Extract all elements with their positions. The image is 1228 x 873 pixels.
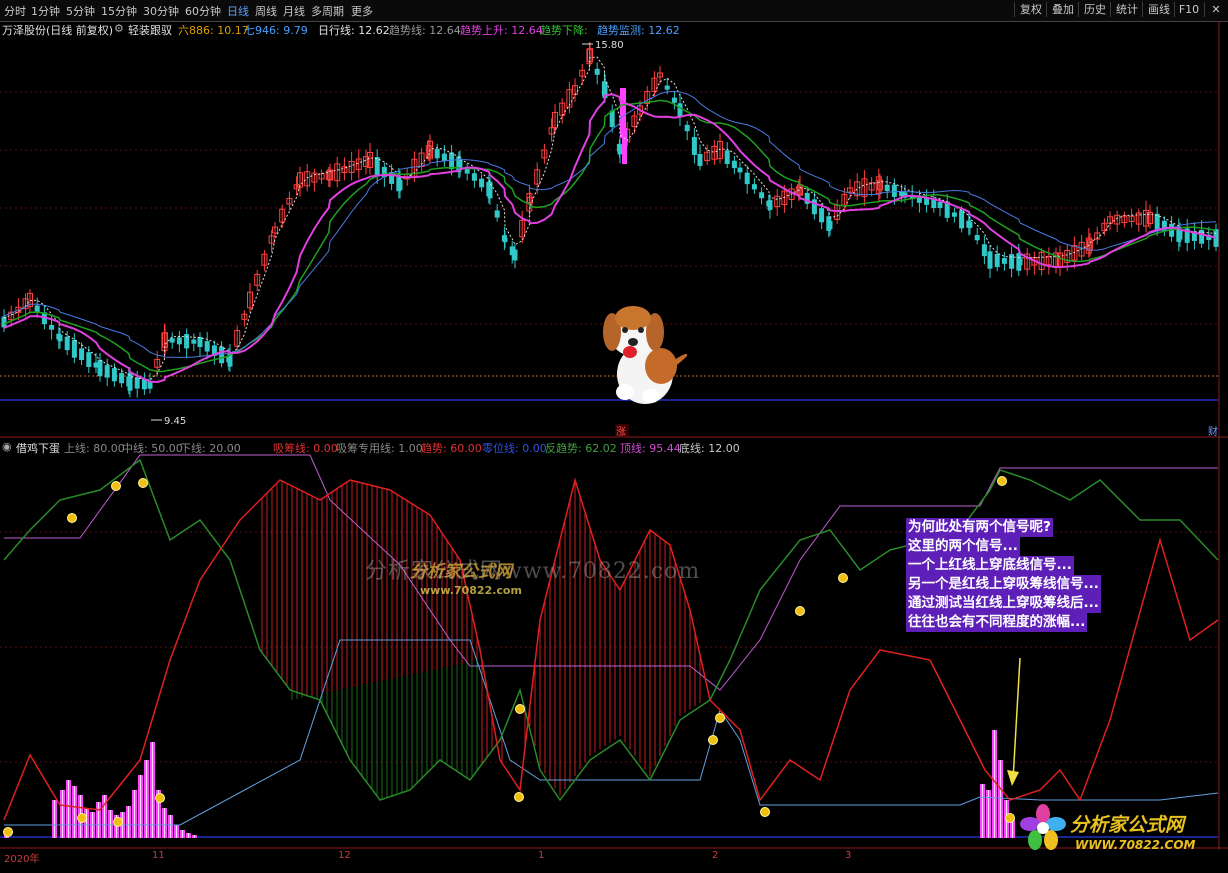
brand-logo: 分析家公式网 [1070,814,1185,836]
x-axis-label: 1 [538,850,545,861]
x-axis-label: 12 [338,850,351,861]
x-axis-label: 2020年 [4,854,40,865]
main-grid [0,91,1218,325]
chart-canvas[interactable]: 15.80 9.45 涨 财 [0,0,1228,873]
bottom-line [4,639,1219,826]
brand-url: WWW.70822.COM [1075,838,1196,852]
watermark-url: www.70822.com [420,584,522,597]
brand-flower-icon [1020,804,1066,850]
callout-arrowhead [1007,770,1019,786]
callout-line: 这里的两个信号... [906,537,1020,556]
callout-line: 一个上红线上穿底线信号... [906,556,1074,575]
callout-line: 通过测试当红线上穿吸筹线后... [906,594,1101,613]
watermark-logo: 分析家公式网 [410,562,512,582]
high-label: 15.80 [595,40,624,51]
annotation-callout: 为何此处有两个信号呢? 这里的两个信号... 一个上红线上穿底线信号... 另一… [906,518,1166,632]
callout-line: 另一个是红线上穿吸筹线信号... [906,575,1101,594]
rise-tag: 涨 [616,426,626,438]
callout-line: 往往也会有不同程度的涨幅... [906,613,1088,632]
counter-trend-stripes [291,660,478,800]
dog-mascot [603,306,688,404]
signal-markers [3,476,1015,837]
low-label: 9.45 [164,416,186,427]
x-axis-label: 2 [712,850,719,861]
x-axis-label: 11 [152,850,165,861]
x-axis-label: 3 [845,850,852,861]
accumulation-histogram [4,730,1015,838]
accumulation-stripes [261,480,701,800]
callout-line: 为何此处有两个信号呢? [906,518,1053,537]
finance-tag: 财 [1208,425,1218,438]
